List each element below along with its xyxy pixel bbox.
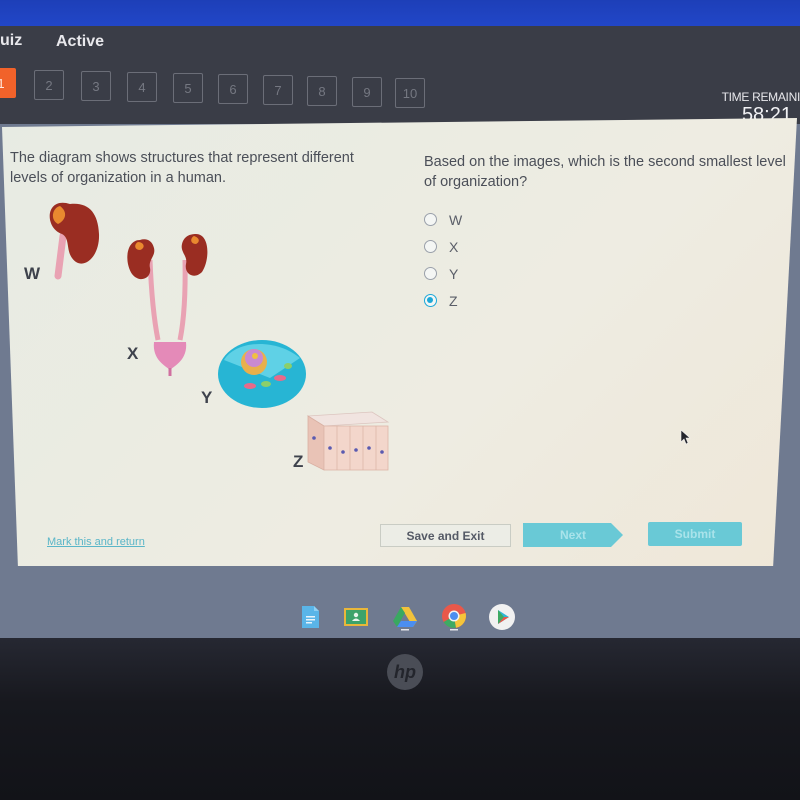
question-stem: The diagram shows structures that repres… [10, 150, 354, 186]
screen: uiz Active 1 2 3 4 5 6 7 8 9 10 TIME REM… [0, 0, 800, 640]
question-nav-item-4[interactable]: 4 [127, 72, 157, 102]
question-nav-item-8[interactable]: 8 [307, 76, 337, 106]
question-nav-item-10[interactable]: 10 [395, 78, 425, 108]
animal-cell-image [218, 340, 306, 408]
radio-w[interactable] [424, 213, 437, 226]
diagram-label-x: X [127, 344, 139, 363]
classroom-icon[interactable] [342, 603, 370, 631]
question-nav-item-7[interactable]: 7 [263, 75, 293, 105]
time-remaining-label: TIME REMAINI [721, 90, 800, 104]
question-nav: 1 2 3 4 5 6 7 8 9 10 [0, 68, 440, 108]
kidney-image [49, 202, 100, 280]
tissue-image [306, 411, 390, 471]
app-title: uiz [0, 32, 23, 49]
browser-top-bar [0, 0, 800, 28]
mouse-cursor-icon [680, 429, 691, 445]
option-x[interactable]: X [424, 233, 462, 260]
question-nav-item-9[interactable]: 9 [352, 77, 382, 107]
question-nav-item-1[interactable]: 1 [0, 68, 16, 98]
radio-y[interactable] [424, 267, 437, 280]
status-label: Active [56, 33, 105, 50]
urinary-system-image [127, 234, 208, 376]
organization-diagram: W X Y Z [0, 190, 420, 490]
radio-z[interactable] [424, 294, 437, 307]
answer-options: W X Y Z [424, 206, 462, 314]
save-and-exit-button[interactable]: Save and Exit [380, 524, 511, 547]
option-label: Z [449, 292, 458, 309]
question-nav-item-3[interactable]: 3 [81, 71, 111, 101]
question-prompt: Based on the images, which is the second… [424, 154, 786, 190]
option-label: W [449, 211, 463, 228]
play-store-icon[interactable] [488, 603, 516, 631]
chrome-icon[interactable] [440, 603, 468, 631]
next-button[interactable]: Next [523, 523, 623, 547]
diagram-label-z: Z [293, 452, 304, 471]
question-nav-item-6[interactable]: 6 [218, 74, 248, 104]
radio-x[interactable] [424, 240, 437, 253]
diagram-label-y: Y [201, 388, 213, 407]
option-z[interactable]: Z [424, 287, 462, 314]
question-nav-item-5[interactable]: 5 [173, 73, 203, 103]
docs-icon[interactable] [296, 603, 324, 631]
option-w[interactable]: W [424, 206, 462, 233]
mark-and-return-link[interactable]: Mark this and return [47, 536, 145, 548]
option-label: X [449, 238, 459, 255]
laptop-bezel: hp [0, 638, 800, 800]
option-label: Y [449, 265, 459, 282]
hp-logo-icon: hp [387, 654, 423, 690]
option-y[interactable]: Y [424, 260, 462, 287]
diagram-label-w: W [24, 264, 41, 283]
question-nav-item-2[interactable]: 2 [34, 70, 64, 100]
submit-button[interactable]: Submit [648, 522, 742, 546]
drive-icon[interactable] [391, 603, 419, 631]
